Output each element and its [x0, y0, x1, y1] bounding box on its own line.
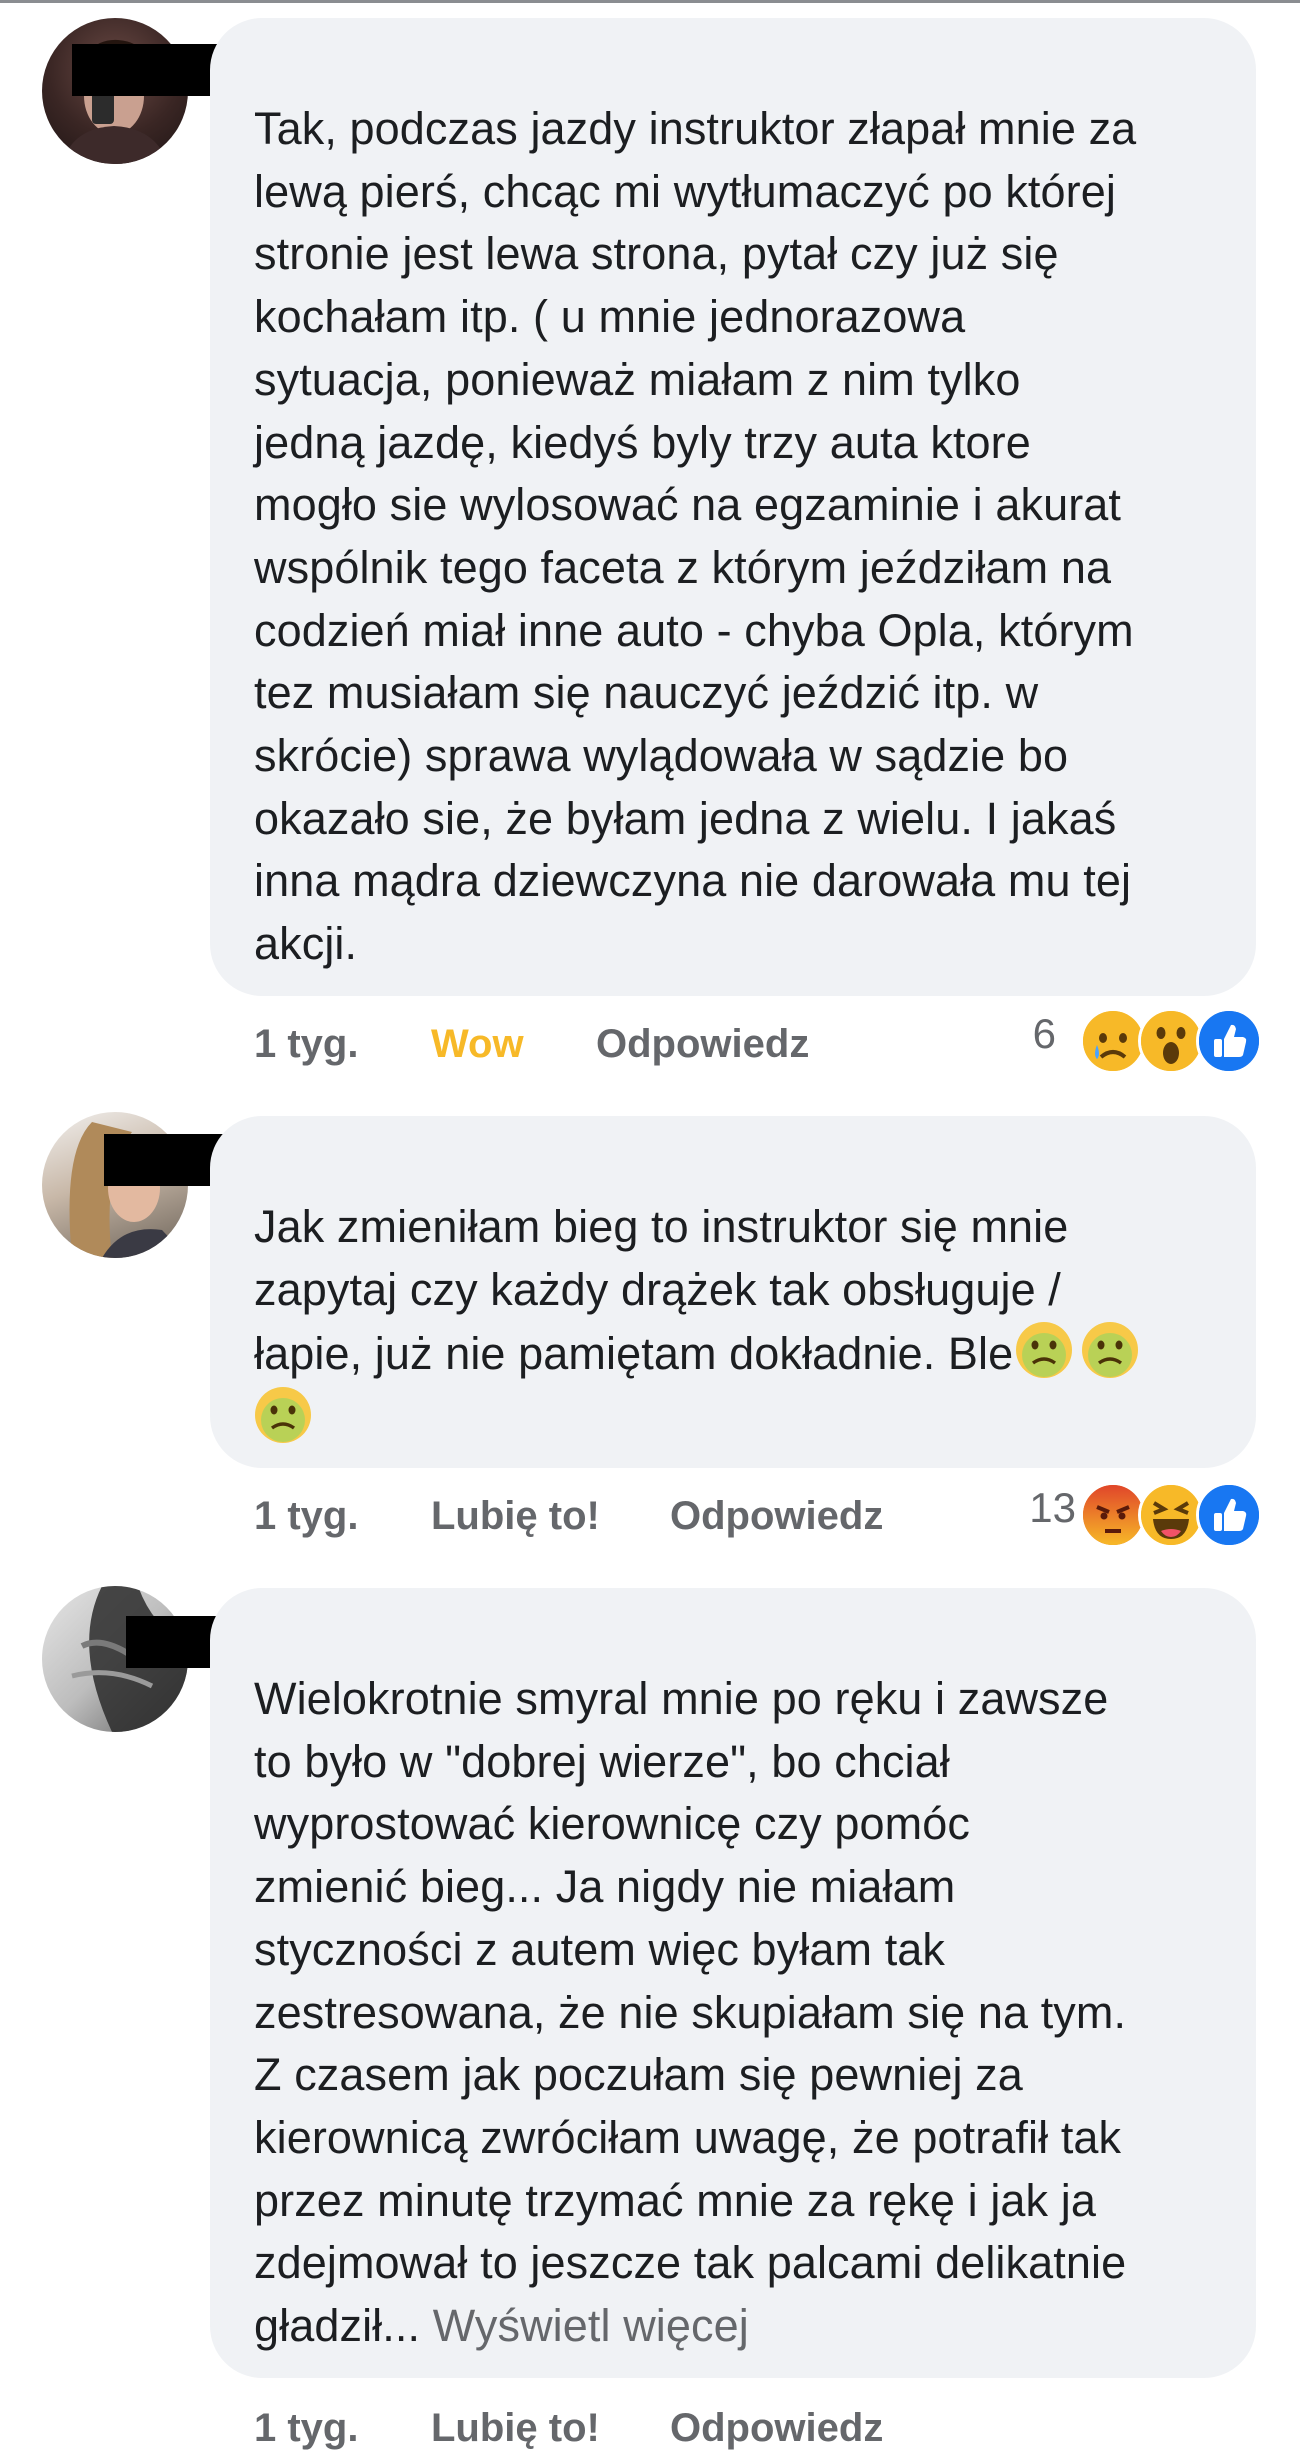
reaction-summary[interactable]: 13	[1000, 1482, 1262, 1548]
angry-icon	[1080, 1482, 1146, 1548]
like-icon	[1196, 1482, 1262, 1548]
like-icon	[1196, 1008, 1262, 1074]
sad-icon	[1080, 1008, 1146, 1074]
see-more-link[interactable]: Wyświetl więcej	[433, 2300, 749, 2351]
wow-icon	[1138, 1008, 1204, 1074]
comment-time[interactable]: 1 tyg.	[254, 1486, 358, 1546]
comment-bubble: Wielokrotnie smyral mnie po ręku i zawsz…	[210, 1588, 1256, 2378]
nauseated-face-icon	[1015, 1321, 1073, 1379]
reaction-button[interactable]: Wow	[431, 1014, 524, 1074]
comment-text-content: Jak zmieniłam bieg to instruktor się mni…	[254, 1201, 1069, 1380]
top-divider	[0, 0, 1300, 3]
comment-text: Tak, podczas jazdy instruktor złapał mni…	[254, 103, 1137, 970]
reaction-count: 13	[1029, 1484, 1076, 1531]
comment-bubble: Jak zmieniłam bieg to instruktor się mni…	[210, 1116, 1256, 1468]
reaction-summary[interactable]: 6	[1000, 1008, 1262, 1074]
reply-button[interactable]: Odpowiedz	[670, 1486, 883, 1546]
reply-button[interactable]: Odpowiedz	[670, 2398, 883, 2458]
comment-text: Wielokrotnie smyral mnie po ręku i zawsz…	[254, 1668, 1208, 2358]
comment-text-content: Wielokrotnie smyral mnie po ręku i zawsz…	[254, 1673, 1127, 2352]
comment-actions: 1 tyg. Lubię to! Odpowiedz	[254, 2398, 1254, 2458]
comment-text: Jak zmieniłam bieg to instruktor się mni…	[254, 1196, 1208, 1451]
reply-button[interactable]: Odpowiedz	[596, 1014, 809, 1074]
haha-icon	[1138, 1482, 1204, 1548]
comment-bubble: Tak, podczas jazdy instruktor złapał mni…	[210, 18, 1256, 996]
reaction-button[interactable]: Lubię to!	[431, 2398, 600, 2458]
nauseated-face-icon	[1081, 1321, 1139, 1379]
nauseated-face-icon	[254, 1386, 312, 1444]
reaction-count: 6	[1032, 1010, 1056, 1057]
comment-time[interactable]: 1 tyg.	[254, 2398, 358, 2458]
comment-time[interactable]: 1 tyg.	[254, 1014, 358, 1074]
reaction-button[interactable]: Lubię to!	[431, 1486, 600, 1546]
